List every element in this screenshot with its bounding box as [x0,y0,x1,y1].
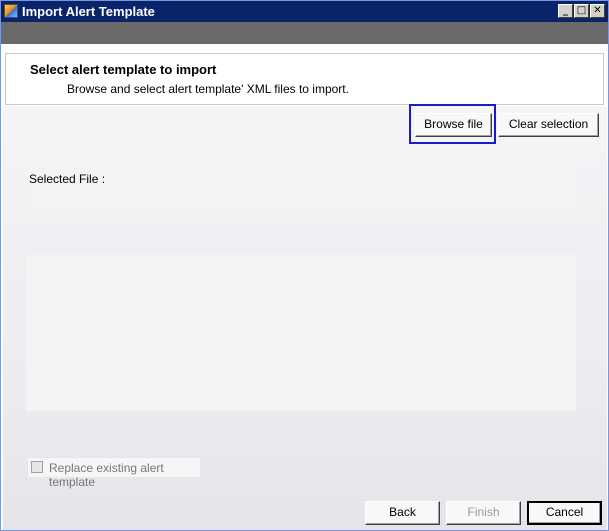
wizard-header: Select alert template to import Browse a… [5,53,604,105]
selected-file-label: Selected File : [29,172,106,186]
replace-existing-option[interactable]: Replace existing alert template [28,458,200,489]
selected-file-panel: Selected File : [26,168,576,214]
replace-existing-label: Replace existing alert template [49,461,164,489]
finish-button[interactable]: Finish [446,501,521,525]
title-bar[interactable]: Import Alert Template _ □ ✕ [1,1,608,22]
template-list[interactable] [26,254,576,411]
import-alert-template-window: Import Alert Template _ □ ✕ Select alert… [0,0,609,531]
back-button[interactable]: Back [365,501,440,525]
app-icon [4,4,18,18]
header-band [1,22,608,44]
replace-existing-checkbox[interactable] [31,461,43,473]
wizard-title: Select alert template to import [30,62,217,77]
browse-file-button[interactable]: Browse file [415,113,492,137]
window-title: Import Alert Template [22,4,155,19]
maximize-button[interactable]: □ [574,4,589,18]
cancel-button[interactable]: Cancel [527,501,602,525]
clear-selection-button[interactable]: Clear selection [498,113,599,137]
minimize-button[interactable]: _ [558,4,573,18]
close-button[interactable]: ✕ [590,4,605,18]
wizard-subtitle: Browse and select alert template' XML fi… [67,82,349,96]
